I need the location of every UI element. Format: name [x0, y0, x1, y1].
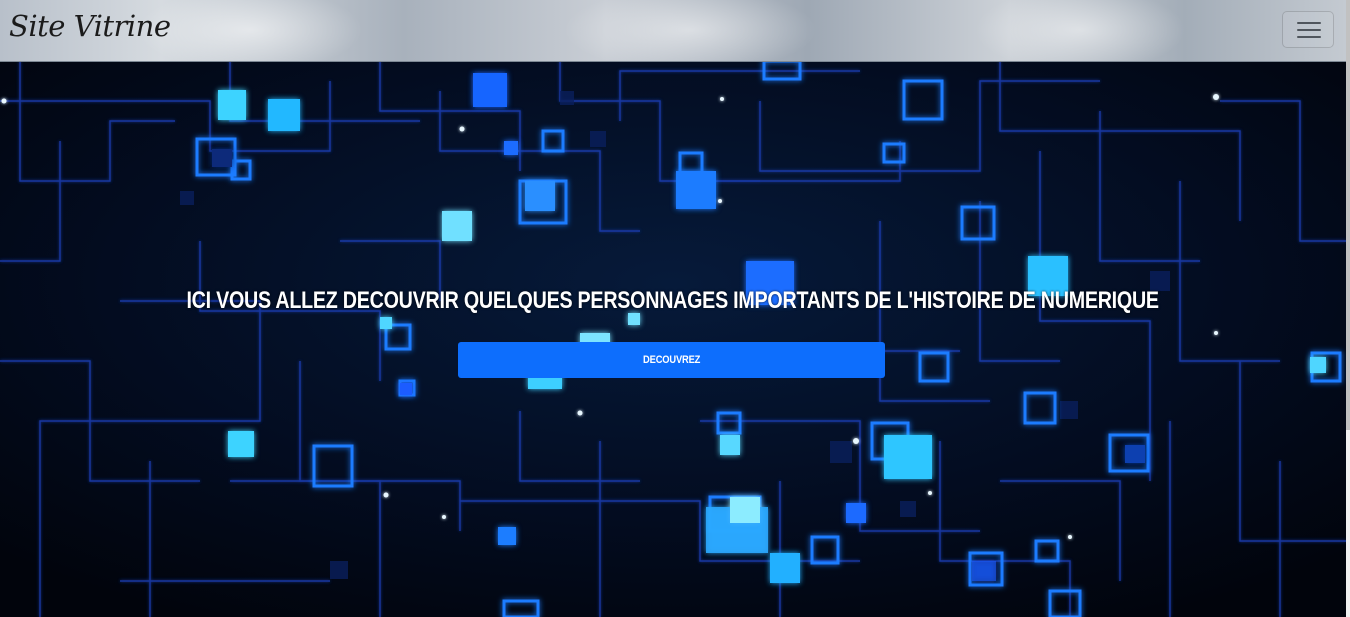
discover-button-label: DECOUVREZ: [642, 354, 701, 366]
scrollbar-thumb[interactable]: [1346, 0, 1350, 430]
hero-section: ICI VOUS ALLEZ DECOUVRIR QUELQUES PERSON…: [0, 61, 1346, 617]
navbar: Site Vitrine: [0, 0, 1346, 62]
page: Site Vitrine ICI VOUS ALLEZ DECOUVRIR QU…: [0, 0, 1350, 617]
discover-button[interactable]: DECOUVREZ: [458, 342, 885, 378]
hamburger-menu-icon: [1297, 21, 1321, 40]
brand-logo[interactable]: Site Vitrine: [9, 9, 171, 43]
menu-toggle-button[interactable]: [1282, 11, 1334, 48]
circuit-background-image: [0, 61, 1346, 617]
hero-title: ICI VOUS ALLEZ DECOUVRIR QUELQUES PERSON…: [186, 287, 1159, 315]
page-scrollbar[interactable]: [1346, 0, 1350, 617]
